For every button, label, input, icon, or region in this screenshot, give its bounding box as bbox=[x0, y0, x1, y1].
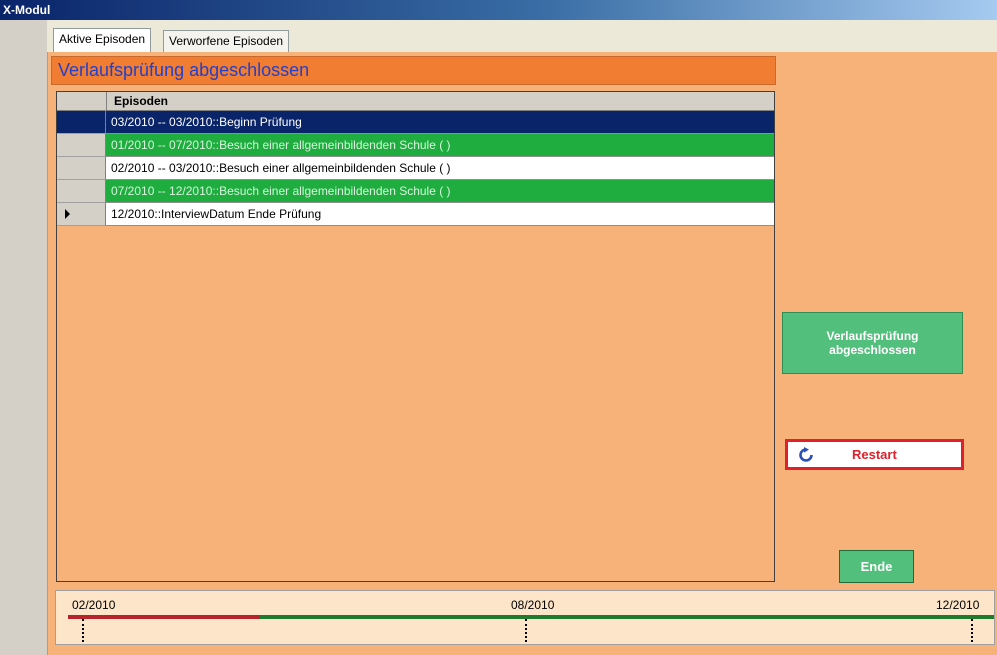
window-title-bar: X-Modul bbox=[0, 0, 997, 20]
timeline-tick-end bbox=[971, 619, 973, 642]
timeline: 02/2010 08/2010 12/2010 bbox=[55, 590, 995, 645]
row-selector[interactable] bbox=[57, 111, 106, 134]
timeline-tick-mid bbox=[525, 619, 527, 642]
timeline-tick-start bbox=[82, 619, 84, 642]
left-strip bbox=[0, 20, 48, 655]
episode-cell[interactable]: 03/2010 -- 03/2010::Beginn Prüfung bbox=[106, 111, 774, 134]
tab-aktive-episoden[interactable]: Aktive Episoden bbox=[53, 28, 152, 52]
table-row[interactable]: 07/2010 -- 12/2010::Besuch einer allgeme… bbox=[57, 180, 774, 203]
episode-cell[interactable]: 01/2010 -- 07/2010::Besuch einer allgeme… bbox=[106, 134, 774, 157]
timeline-green-segment bbox=[260, 615, 994, 619]
tab-verworfene-episoden[interactable]: Verworfene Episoden bbox=[163, 30, 290, 52]
episode-cell[interactable]: 07/2010 -- 12/2010::Besuch einer allgeme… bbox=[106, 180, 774, 203]
column-header-episoden[interactable]: Episoden bbox=[114, 92, 168, 110]
verlaufspruefung-button-label: Verlaufsprüfung abgeschlossen bbox=[826, 329, 919, 357]
row-selector[interactable] bbox=[57, 180, 106, 203]
episode-cell[interactable]: 12/2010::InterviewDatum Ende Prüfung bbox=[106, 203, 774, 226]
episodes-grid: Episoden 03/2010 -- 03/2010::Beginn Prüf… bbox=[56, 91, 775, 582]
timeline-mid-label: 08/2010 bbox=[511, 598, 555, 612]
episode-cell[interactable]: 02/2010 -- 03/2010::Besuch einer allgeme… bbox=[106, 157, 774, 180]
ende-button[interactable]: Ende bbox=[839, 550, 914, 583]
table-row[interactable]: 01/2010 -- 07/2010::Besuch einer allgeme… bbox=[57, 134, 774, 157]
timeline-end-label: 12/2010 bbox=[936, 598, 980, 612]
timeline-red-segment bbox=[68, 615, 260, 619]
restart-label: Restart bbox=[852, 447, 897, 462]
grid-header: Episoden bbox=[57, 92, 774, 111]
row-selector[interactable] bbox=[57, 203, 106, 226]
table-row[interactable]: 03/2010 -- 03/2010::Beginn Prüfung bbox=[57, 111, 774, 134]
table-row[interactable]: 12/2010::InterviewDatum Ende Prüfung bbox=[57, 203, 774, 226]
refresh-icon bbox=[799, 447, 813, 462]
table-row[interactable]: 02/2010 -- 03/2010::Besuch einer allgeme… bbox=[57, 157, 774, 180]
restart-button[interactable]: Restart bbox=[785, 439, 964, 470]
row-selector[interactable] bbox=[57, 157, 106, 180]
row-pointer-icon bbox=[65, 209, 70, 219]
verlaufspruefung-abgeschlossen-button[interactable]: Verlaufsprüfung abgeschlossen bbox=[782, 312, 963, 374]
row-selector[interactable] bbox=[57, 134, 106, 157]
page-title: Verlaufsprüfung abgeschlossen bbox=[51, 56, 776, 85]
timeline-start-label: 02/2010 bbox=[72, 598, 116, 612]
window-title: X-Modul bbox=[3, 3, 51, 17]
grid-corner bbox=[57, 92, 107, 110]
